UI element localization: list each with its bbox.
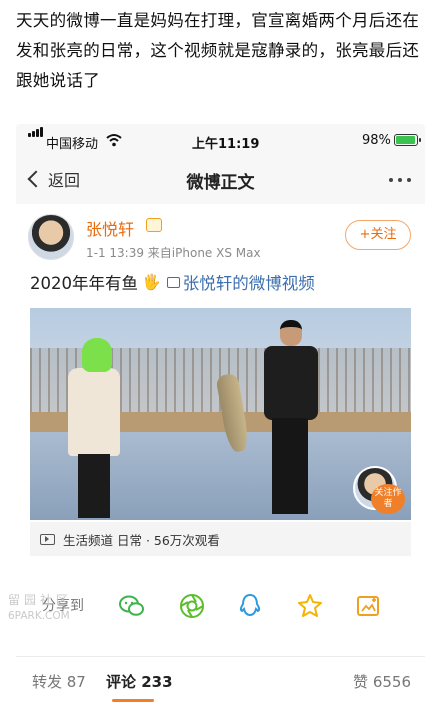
tv-icon [40,533,55,545]
video-info: 生活频道 日常 · 56万次观看 [63,532,220,548]
username[interactable]: 张悦轩 [86,216,134,240]
page-title: 微博正文 [186,173,255,193]
hand-emoji: 🖐 [142,273,161,291]
tab-comment[interactable]: 评论 233 [106,671,173,692]
more-options-icon[interactable] [389,178,411,182]
post-text: 2020年年有鱼 [30,274,138,293]
battery-percent: 98% [362,133,391,148]
site-watermark: 留园社区 6PARK.COM [8,592,98,624]
post-caption: 天天的微博一直是妈妈在打理，官宣离婚两个月后还在发和张亮的日常，这个视频就是寇静… [16,11,420,90]
battery-icon [394,134,421,146]
user-avatar[interactable] [28,214,74,260]
wifi-icon [106,134,122,147]
save-image-icon[interactable] [354,592,382,620]
interaction-tabs: 转发 87 评论 233 赞 6556 [16,656,425,706]
video-person-left [68,338,120,518]
active-tab-indicator [112,699,154,702]
tab-like[interactable]: 赞 6556 [353,671,411,692]
video-link-label: 张悦轩的微博视频 [182,274,315,293]
follow-button[interactable]: +关注 [345,220,411,250]
tab-repost[interactable]: 转发 87 [32,671,86,692]
video-player[interactable]: 关注作者 [30,308,411,520]
vip-badge-icon [146,218,162,232]
post-meta: 1-1 13:39 来自iPhone XS Max [86,246,261,260]
nav-bar: 返回 微博正文 [16,160,425,196]
qzone-icon[interactable] [296,592,324,620]
qq-icon[interactable] [236,592,264,620]
weibo-post: 张悦轩 1-1 13:39 来自iPhone XS Max +关注 2020年年… [16,204,425,706]
carrier-name: 中国移动 [46,137,99,152]
watermark-line-2: 6PARK.COM [8,610,70,622]
wechat-icon[interactable] [118,592,146,620]
watermark-line-1: 留园社区 [8,593,73,607]
battery-fill [396,136,415,144]
status-bar: 中国移动 上午11:19 98% [16,124,425,158]
video-link-icon [166,276,180,288]
video-follow-button[interactable]: 关注作者 [371,484,405,514]
clock: 上午11:19 [192,137,260,152]
post-body: 2020年年有鱼 🖐 张悦轩的微博视频 [30,270,315,294]
moments-icon[interactable] [178,592,206,620]
video-info-bar[interactable]: 生活频道 日常 · 56万次观看 [30,522,411,556]
video-person-right [260,320,320,516]
video-link[interactable]: 张悦轩的微博视频 [166,270,315,294]
